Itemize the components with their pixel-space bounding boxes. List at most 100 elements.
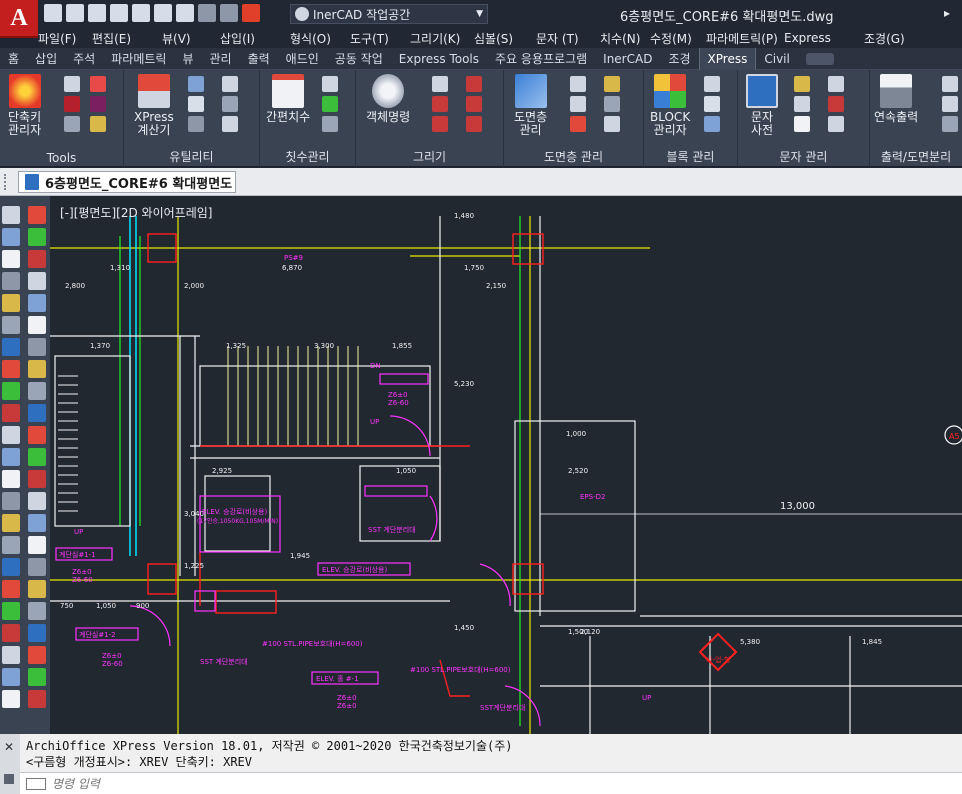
line-icon[interactable] — [222, 96, 238, 112]
toolbar-tool-icon[interactable] — [2, 514, 20, 532]
command-prompt-icon[interactable] — [26, 777, 46, 790]
layer-list-icon[interactable] — [570, 76, 586, 92]
ribbon-tab[interactable]: 주석 — [65, 48, 103, 70]
edit-icon[interactable] — [188, 76, 204, 92]
menu-item[interactable]: 형식(O) — [290, 30, 350, 47]
menu-item[interactable]: 파일(F) — [38, 30, 92, 47]
layer-freeze-icon[interactable] — [570, 96, 586, 112]
document-tab[interactable]: 6층평면도_CORE#6 확대평면도 — [18, 171, 236, 193]
batch-plot-button[interactable]: 연속출력 — [874, 74, 918, 124]
menu-item[interactable]: 뷰(V) — [162, 30, 220, 47]
ribbon-tab[interactable]: 조경 — [660, 48, 698, 70]
toolbar-tool-icon[interactable] — [28, 668, 46, 686]
tab-grip-icon[interactable] — [4, 174, 12, 190]
toolbar-tool-icon[interactable] — [2, 250, 20, 268]
toolbar-tool-icon[interactable] — [28, 404, 46, 422]
ribbon-tab[interactable]: XPress — [698, 47, 757, 70]
align-icon[interactable] — [222, 76, 238, 92]
toolbar-tool-icon[interactable] — [2, 382, 20, 400]
toolbar-tool-icon[interactable] — [2, 338, 20, 356]
toolbar-tool-icon[interactable] — [28, 360, 46, 378]
drawing-canvas[interactable]: [-][평면도][2D 와이어프레임] A5 2,800 1,370 1,325… — [50, 196, 962, 734]
ribbon-tab[interactable]: 공동 작업 — [327, 48, 391, 70]
rotate-icon[interactable] — [64, 116, 80, 132]
toolbar-tool-icon[interactable] — [28, 646, 46, 664]
open-file-icon[interactable] — [66, 4, 84, 22]
ribbon-tab[interactable]: 주요 응용프로그램 — [487, 48, 595, 70]
toolbar-tool-icon[interactable] — [2, 646, 20, 664]
zoom-icon[interactable] — [64, 76, 80, 92]
ribbon-tab[interactable]: 뷰 — [174, 48, 201, 70]
ribbon-tab[interactable]: 삽입 — [27, 48, 65, 70]
menu-item[interactable]: 조경(G) — [864, 30, 934, 47]
redo-icon[interactable] — [220, 4, 238, 22]
toolbar-tool-icon[interactable] — [2, 360, 20, 378]
toolbar-tool-icon[interactable] — [2, 492, 20, 510]
ribbon-tab[interactable]: 홈 — [0, 48, 27, 70]
web-mobile-icon[interactable] — [132, 4, 150, 22]
menu-item[interactable]: 파라메트릭(P) — [706, 30, 784, 47]
toolbar-tool-icon[interactable] — [28, 426, 46, 444]
ribbon-tab[interactable]: 출력 — [240, 48, 278, 70]
text-replace-icon[interactable] — [828, 76, 844, 92]
undo-icon[interactable] — [198, 4, 216, 22]
layer-color-icon[interactable] — [570, 116, 586, 132]
import-icon[interactable] — [154, 4, 172, 22]
toolbar-tool-icon[interactable] — [2, 470, 20, 488]
simple-dimension-button[interactable]: 간편치수 — [266, 74, 310, 124]
toolbar-tool-icon[interactable] — [28, 272, 46, 290]
command-input[interactable] — [52, 776, 852, 791]
spline-icon[interactable] — [466, 116, 482, 132]
ribbon-tab[interactable]: 애드인 — [278, 48, 327, 70]
toolbar-tool-icon[interactable] — [28, 624, 46, 642]
shortcut-manager-button[interactable]: 단축키 관리자 — [8, 74, 41, 137]
explode-icon[interactable] — [90, 96, 106, 112]
table-icon[interactable] — [188, 96, 204, 112]
toolbar-tool-icon[interactable] — [28, 690, 46, 708]
toolbar-tool-icon[interactable] — [2, 536, 20, 554]
polyline-icon[interactable] — [188, 116, 204, 132]
text-dictionary-button[interactable]: 문자 사전 — [746, 74, 778, 137]
toolbar-tool-icon[interactable] — [28, 382, 46, 400]
toolbar-tool-icon[interactable] — [2, 624, 20, 642]
toolbar-tool-icon[interactable] — [2, 206, 20, 224]
application-menu-button[interactable]: A — [0, 0, 38, 38]
count-icon[interactable] — [222, 116, 238, 132]
arc-icon[interactable] — [466, 76, 482, 92]
ribbon-tab[interactable]: Express Tools — [391, 48, 487, 70]
text-find-icon[interactable] — [828, 116, 844, 132]
toolbar-tool-icon[interactable] — [28, 316, 46, 334]
layer-on-icon[interactable] — [604, 76, 620, 92]
toolbar-tool-icon[interactable] — [28, 602, 46, 620]
toolbar-tool-icon[interactable] — [2, 272, 20, 290]
hatch-icon[interactable] — [432, 76, 448, 92]
print-icon[interactable] — [176, 4, 194, 22]
settings-icon[interactable] — [90, 116, 106, 132]
menu-item[interactable]: Express — [784, 31, 864, 45]
toolbar-tool-icon[interactable] — [28, 558, 46, 576]
toolbar-tool-icon[interactable] — [28, 228, 46, 246]
toolbar-tool-icon[interactable] — [28, 250, 46, 268]
toolbar-tool-icon[interactable] — [2, 294, 20, 312]
menu-item[interactable]: 그리기(K) — [410, 30, 474, 47]
toolbar-tool-icon[interactable] — [28, 536, 46, 554]
select-icon[interactable] — [90, 76, 106, 92]
menu-item[interactable]: 삽입(I) — [220, 30, 290, 47]
block-manager-button[interactable]: BLOCK 관리자 — [650, 74, 690, 137]
toolbar-tool-icon[interactable] — [2, 228, 20, 246]
ribbon-tab[interactable]: Civil — [756, 48, 797, 70]
wrench-icon[interactable] — [4, 774, 14, 784]
toolbar-tool-icon[interactable] — [2, 426, 20, 444]
toolbar-tool-icon[interactable] — [28, 492, 46, 510]
ribbon-minimize-button[interactable] — [805, 52, 834, 65]
menu-item[interactable]: 문자 (T) — [536, 30, 600, 47]
menu-item[interactable]: 치수(N) — [600, 30, 650, 47]
text-number-icon[interactable] — [794, 96, 810, 112]
toolbar-tool-icon[interactable] — [2, 316, 20, 334]
viewport-label[interactable]: [-][평면도][2D 와이어프레임] — [60, 204, 212, 221]
layer-lock-icon[interactable] — [604, 96, 620, 112]
dim-check-icon[interactable] — [322, 96, 338, 112]
toolbar-tool-icon[interactable] — [28, 580, 46, 598]
save-as-icon[interactable] — [110, 4, 128, 22]
block-edit-icon[interactable] — [704, 96, 720, 112]
